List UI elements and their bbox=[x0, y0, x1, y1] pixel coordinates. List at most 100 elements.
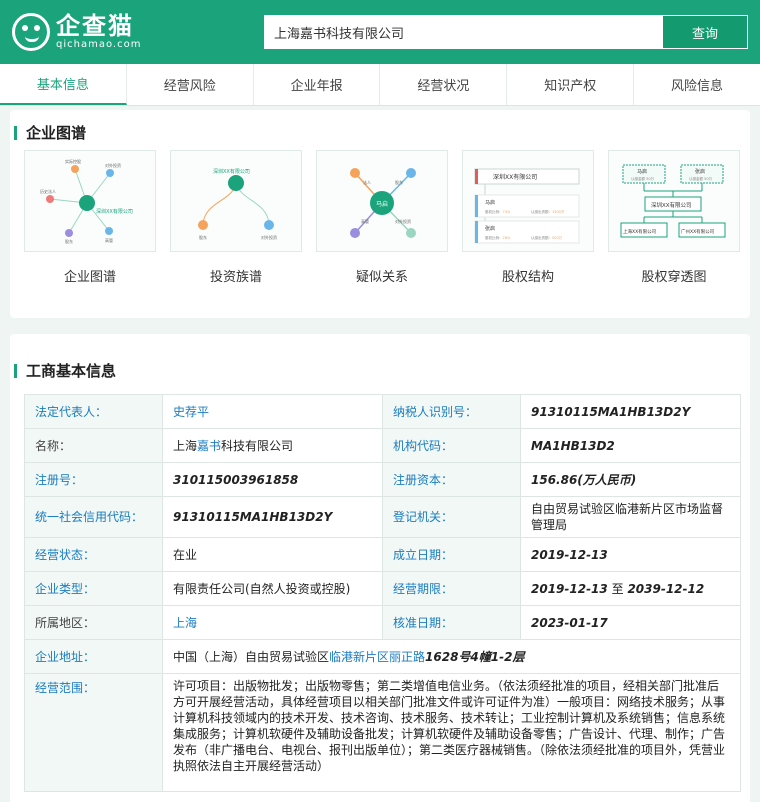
tab-ip[interactable]: 知识产权 bbox=[507, 64, 635, 105]
svg-text:张启: 张启 bbox=[695, 168, 705, 175]
suspected-graph-center: 马启 bbox=[376, 200, 388, 208]
legal-rep-label: 法定代表人： bbox=[24, 394, 163, 429]
company-name-link[interactable]: 嘉书 bbox=[197, 439, 221, 453]
svg-text:对外投资: 对外投资 bbox=[105, 162, 121, 168]
svg-text:历史法人: 历史法人 bbox=[40, 188, 56, 194]
graph-card-suspected[interactable]: 马启 法人 股东 高管 对外投资 疑似关系 bbox=[316, 150, 448, 285]
graph-card-label: 投资族谱 bbox=[209, 270, 262, 285]
nav-tabs: 基本信息 经营风险 企业年报 经营状况 知识产权 风险信息 bbox=[0, 64, 760, 106]
graph-card-penetration[interactable]: 马启 张启 认缴金额 50万 认缴金额 50万 深圳XX有限公司 上海XX有限公… bbox=[608, 150, 740, 285]
svg-text:高管: 高管 bbox=[105, 237, 113, 243]
cat-face-icon bbox=[12, 13, 50, 51]
graph-card-equity[interactable]: 深圳XX有限公司 马启 股权比例：74% 认缴出资额：1500万 张启 股权比例… bbox=[462, 150, 594, 285]
org-code-value: MA1HB13D2 bbox=[520, 428, 741, 463]
table-row: 名称： 上海嘉书科技有限公司 机构代码： MA1HB13D2 bbox=[24, 428, 741, 463]
svg-text:张启: 张启 bbox=[485, 225, 495, 232]
table-row: 企业类型： 有限责任公司(自然人投资或控股) 经营期限： 2019-12-13 … bbox=[24, 571, 741, 606]
table-row: 经营范围： 许可项目：出版物批发；出版物零售；第二类增值电信业务。（依法须经批准… bbox=[24, 673, 741, 792]
address-label: 企业地址： bbox=[24, 639, 163, 674]
svg-text:股东: 股东 bbox=[395, 179, 403, 185]
approved-value: 2023-01-17 bbox=[520, 605, 741, 640]
reg-no-value: 310115003961858 bbox=[162, 462, 383, 497]
tab-risk-info[interactable]: 风险信息 bbox=[634, 64, 760, 105]
svg-text:股东: 股东 bbox=[65, 238, 73, 244]
graph-card-investment[interactable]: 深圳XX有限公司 股东 对外投资 投资族谱 bbox=[170, 150, 302, 285]
table-row: 法定代表人： 史荐平 纳税人识别号： 91310115MA1HB13D2Y bbox=[24, 394, 741, 429]
graph-card-label: 疑似关系 bbox=[355, 270, 408, 285]
top-header: 企查猫 qichamao.com 查询 bbox=[0, 0, 760, 64]
capital-value: 156.86(万人民币) bbox=[520, 462, 741, 497]
graph-card-label: 企业图谱 bbox=[63, 270, 116, 285]
business-info-panel: 工商基本信息 法定代表人： 史荐平 纳税人识别号： 91310115MA1HB1… bbox=[10, 334, 750, 802]
logo[interactable]: 企查猫 qichamao.com bbox=[12, 13, 252, 51]
svg-text:法人: 法人 bbox=[363, 179, 371, 185]
graph-card-label: 股权结构 bbox=[501, 270, 554, 285]
scope-label: 经营范围： bbox=[24, 673, 163, 792]
search-bar: 查询 bbox=[264, 15, 748, 49]
table-row: 企业地址： 中国（上海）自由贸易试验区临港新片区丽正路1628号4幢1-2层 bbox=[24, 639, 741, 674]
business-info-table: 法定代表人： 史荐平 纳税人识别号： 91310115MA1HB13D2Y 名称… bbox=[24, 394, 741, 792]
table-row: 经营状态： 在业 成立日期： 2019-12-13 bbox=[24, 537, 741, 572]
logo-title: 企查猫 bbox=[56, 12, 134, 40]
svg-text:高管: 高管 bbox=[361, 218, 369, 224]
founded-label: 成立日期： bbox=[382, 537, 521, 572]
enterprise-graph-thumbnail: 深圳XX有限公司 实际控股 对外投资 历史法人 股东 高管 bbox=[24, 150, 156, 252]
company-name-value: 上海嘉书科技有限公司 bbox=[162, 428, 383, 463]
authority-value: 自由贸易试验区临港新片区市场监督管理局 bbox=[520, 496, 741, 538]
scope-value: 许可项目：出版物批发；出版物零售；第二类增值电信业务。（依法须经批准的项目，经相… bbox=[162, 673, 741, 792]
tax-id-label: 纳税人识别号： bbox=[382, 394, 521, 429]
address-link[interactable]: 临港新片区丽正路 bbox=[329, 650, 425, 664]
svg-text:广州XX有限公司: 广州XX有限公司 bbox=[681, 228, 714, 235]
penetration-center: 深圳XX有限公司 bbox=[651, 201, 692, 209]
credit-code-value: 91310115MA1HB13D2Y bbox=[162, 496, 383, 538]
region-link[interactable]: 上海 bbox=[173, 616, 197, 630]
reg-no-label: 注册号： bbox=[24, 462, 163, 497]
tax-id-value: 91310115MA1HB13D2Y bbox=[520, 394, 741, 429]
investment-graph-thumbnail: 深圳XX有限公司 股东 对外投资 bbox=[170, 150, 302, 252]
graph-card-enterprise[interactable]: 深圳XX有限公司 实际控股 对外投资 历史法人 股东 高管 企业图谱 bbox=[24, 150, 156, 285]
search-button[interactable]: 查询 bbox=[662, 15, 748, 49]
legal-rep-link[interactable]: 史荐平 bbox=[173, 405, 209, 419]
credit-code-label: 统一社会信用代码： bbox=[24, 496, 163, 538]
svg-text:股东: 股东 bbox=[199, 234, 207, 240]
logo-domain: qichamao.com bbox=[56, 39, 142, 50]
svg-text:认缴出资额：500万: 认缴出资额：500万 bbox=[531, 235, 563, 240]
graph-card-label: 股权穿透图 bbox=[641, 270, 707, 285]
term-label: 经营期限： bbox=[382, 571, 521, 606]
address-value: 中国（上海）自由贸易试验区临港新片区丽正路1628号4幢1-2层 bbox=[162, 639, 741, 674]
enterprise-graph-center: 深圳XX有限公司 bbox=[96, 208, 133, 215]
equity-graph-thumbnail: 深圳XX有限公司 马启 股权比例：74% 认缴出资额：1500万 张启 股权比例… bbox=[462, 150, 594, 252]
svg-text:马启: 马启 bbox=[637, 168, 647, 175]
tab-annual-report[interactable]: 企业年报 bbox=[254, 64, 381, 105]
table-row: 所属地区： 上海 核准日期： 2023-01-17 bbox=[24, 605, 741, 640]
svg-text:认缴金额 50万: 认缴金额 50万 bbox=[631, 176, 655, 181]
tab-business-risk[interactable]: 经营风险 bbox=[127, 64, 254, 105]
svg-text:认缴出资额：1500万: 认缴出资额：1500万 bbox=[531, 209, 565, 214]
graph-panel-title: 企业图谱 bbox=[10, 110, 750, 150]
svg-text:对外投资: 对外投资 bbox=[395, 218, 411, 224]
status-value: 在业 bbox=[162, 537, 383, 572]
svg-text:股权比例：74%: 股权比例：74% bbox=[485, 209, 511, 214]
table-row: 统一社会信用代码： 91310115MA1HB13D2Y 登记机关： 自由贸易试… bbox=[24, 496, 741, 538]
authority-label: 登记机关： bbox=[382, 496, 521, 538]
search-input[interactable] bbox=[264, 15, 662, 49]
svg-text:马启: 马启 bbox=[485, 199, 495, 206]
table-row: 注册号： 310115003961858 注册资本： 156.86(万人民币) bbox=[24, 462, 741, 497]
graph-panel: 企业图谱 深圳XX有限公司 实际控股 对外投资 历史法人 股东 高管 企业图谱 … bbox=[10, 110, 750, 318]
org-code-label: 机构代码： bbox=[382, 428, 521, 463]
business-info-title: 工商基本信息 bbox=[10, 348, 750, 394]
svg-text:对外投资: 对外投资 bbox=[261, 234, 277, 240]
approved-label: 核准日期： bbox=[382, 605, 521, 640]
founded-value: 2019-12-13 bbox=[520, 537, 741, 572]
penetration-graph-thumbnail: 马启 张启 认缴金额 50万 认缴金额 50万 深圳XX有限公司 上海XX有限公… bbox=[608, 150, 740, 252]
tab-operation-status[interactable]: 经营状况 bbox=[380, 64, 508, 105]
type-label: 企业类型： bbox=[24, 571, 163, 606]
term-value: 2019-12-13 至 2039-12-12 bbox=[520, 571, 741, 606]
equity-company: 深圳XX有限公司 bbox=[493, 173, 537, 181]
tab-basic-info[interactable]: 基本信息 bbox=[0, 64, 127, 105]
name-label: 名称： bbox=[24, 428, 163, 463]
svg-text:股权比例：26%: 股权比例：26% bbox=[485, 235, 511, 240]
type-value: 有限责任公司(自然人投资或控股) bbox=[162, 571, 383, 606]
svg-text:上海XX有限公司: 上海XX有限公司 bbox=[623, 228, 656, 235]
svg-text:认缴金额 50万: 认缴金额 50万 bbox=[689, 176, 713, 181]
